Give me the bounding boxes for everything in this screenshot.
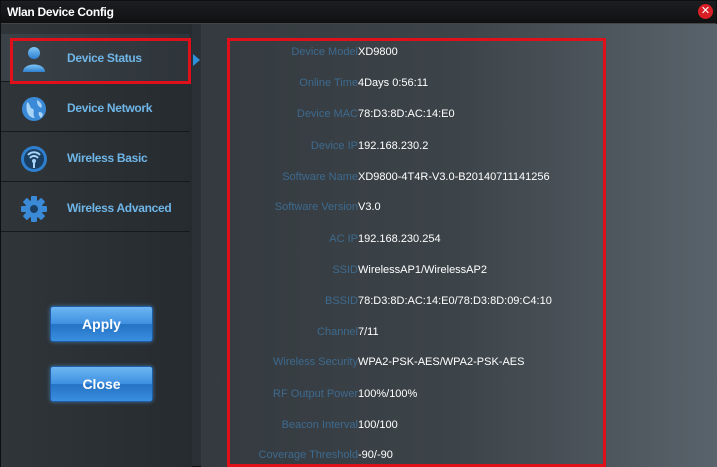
- field-value: XD9800: [358, 46, 398, 58]
- status-row-wireless-security: Wireless Security WPA2-PSK-AES/WPA2-PSK-…: [201, 356, 701, 374]
- field-label: Device MAC: [296, 108, 358, 120]
- sidebar-item-label: Device Status: [67, 51, 142, 65]
- field-value: 7/11: [358, 326, 379, 338]
- status-row-online-time: Online Time 4Days 0:56:11: [201, 77, 701, 95]
- status-row-software-version: Software Version V3.0: [201, 201, 701, 219]
- sidebar-item-device-network[interactable]: Device Network: [1, 84, 190, 132]
- field-label: Channel: [317, 326, 358, 338]
- sidebar-item-wireless-basic[interactable]: Wireless Basic: [1, 134, 190, 182]
- field-value: 78:D3:8D:AC:14:E0: [358, 108, 455, 120]
- field-value: 192.168.230.254: [358, 233, 441, 245]
- field-value: XD9800-4T4R-V3.0-B20140711141256: [358, 171, 550, 183]
- wireless-icon: [21, 146, 47, 172]
- field-value: 100/100: [358, 419, 398, 431]
- globe-icon: [22, 97, 46, 121]
- field-label: Software Version: [274, 201, 358, 213]
- field-value: 4Days 0:56:11: [358, 77, 429, 89]
- wlan-config-window: Wlan Device Config ✕ Device Status Devic…: [0, 0, 717, 467]
- gear-icon: [21, 196, 47, 222]
- sidebar-item-wireless-advanced[interactable]: Wireless Advanced: [1, 184, 190, 232]
- field-value: 192.168.230.2: [358, 140, 429, 152]
- active-pointer-icon: [193, 54, 200, 66]
- field-label: Coverage Threshold: [258, 449, 358, 461]
- status-row-bssid: BSSID 78:D3:8D:AC:14:E0/78:D3:8D:09:C4:1…: [201, 295, 701, 313]
- sidebar-item-label: Wireless Basic: [67, 151, 148, 165]
- sidebar: Device Status Device Network Wireless Ba…: [1, 24, 192, 467]
- sidebar-item-label: Device Network: [67, 101, 153, 115]
- field-label: Beacon Interval: [281, 419, 358, 431]
- status-row-device-ip: Device IP 192.168.230.2: [201, 140, 701, 158]
- field-value: V3.0: [358, 201, 381, 213]
- status-row-rf-output-power: RF Output Power 100%/100%: [201, 388, 701, 406]
- sidebar-item-label: Wireless Advanced: [67, 201, 172, 215]
- status-row-channel: Channel 7/11: [201, 326, 701, 344]
- field-value: 100%/100%: [358, 388, 418, 400]
- apply-button[interactable]: Apply: [50, 306, 153, 342]
- status-row-ac-ip: AC IP 192.168.230.254: [201, 233, 701, 251]
- field-value: -90/-90: [358, 449, 393, 461]
- window-title: Wlan Device Config: [7, 5, 114, 19]
- close-icon[interactable]: ✕: [698, 4, 713, 19]
- field-label: Wireless Security: [273, 356, 358, 368]
- person-icon: [23, 47, 45, 72]
- status-row-device-mac: Device MAC 78:D3:8D:AC:14:E0: [201, 108, 701, 126]
- status-row-coverage-threshold: Coverage Threshold -90/-90: [201, 449, 701, 467]
- status-row-beacon-interval: Beacon Interval 100/100: [201, 419, 701, 437]
- field-label: Device Model: [291, 46, 358, 58]
- field-label: AC IP: [329, 233, 358, 245]
- field-value: 78:D3:8D:AC:14:E0/78:D3:8D:09:C4:10: [358, 295, 552, 307]
- field-label: RF Output Power: [273, 388, 358, 400]
- field-label: BSSID: [324, 295, 358, 307]
- field-label: Software Name: [282, 171, 358, 183]
- close-button[interactable]: Close: [50, 366, 153, 402]
- field-label: SSID: [332, 264, 358, 276]
- field-label: Device IP: [310, 140, 358, 152]
- title-bar[interactable]: Wlan Device Config ✕: [1, 1, 716, 24]
- sidebar-item-device-status[interactable]: Device Status: [1, 34, 190, 82]
- field-value: WirelessAP1/WirelessAP2: [358, 264, 487, 276]
- status-row-ssid: SSID WirelessAP1/WirelessAP2: [201, 264, 701, 282]
- status-row-software-name: Software Name XD9800-4T4R-V3.0-B20140711…: [201, 171, 701, 189]
- status-row-device-model: Device Model XD9800: [201, 46, 701, 64]
- field-label: Online Time: [299, 77, 358, 89]
- field-value: WPA2-PSK-AES/WPA2-PSK-AES: [358, 356, 525, 368]
